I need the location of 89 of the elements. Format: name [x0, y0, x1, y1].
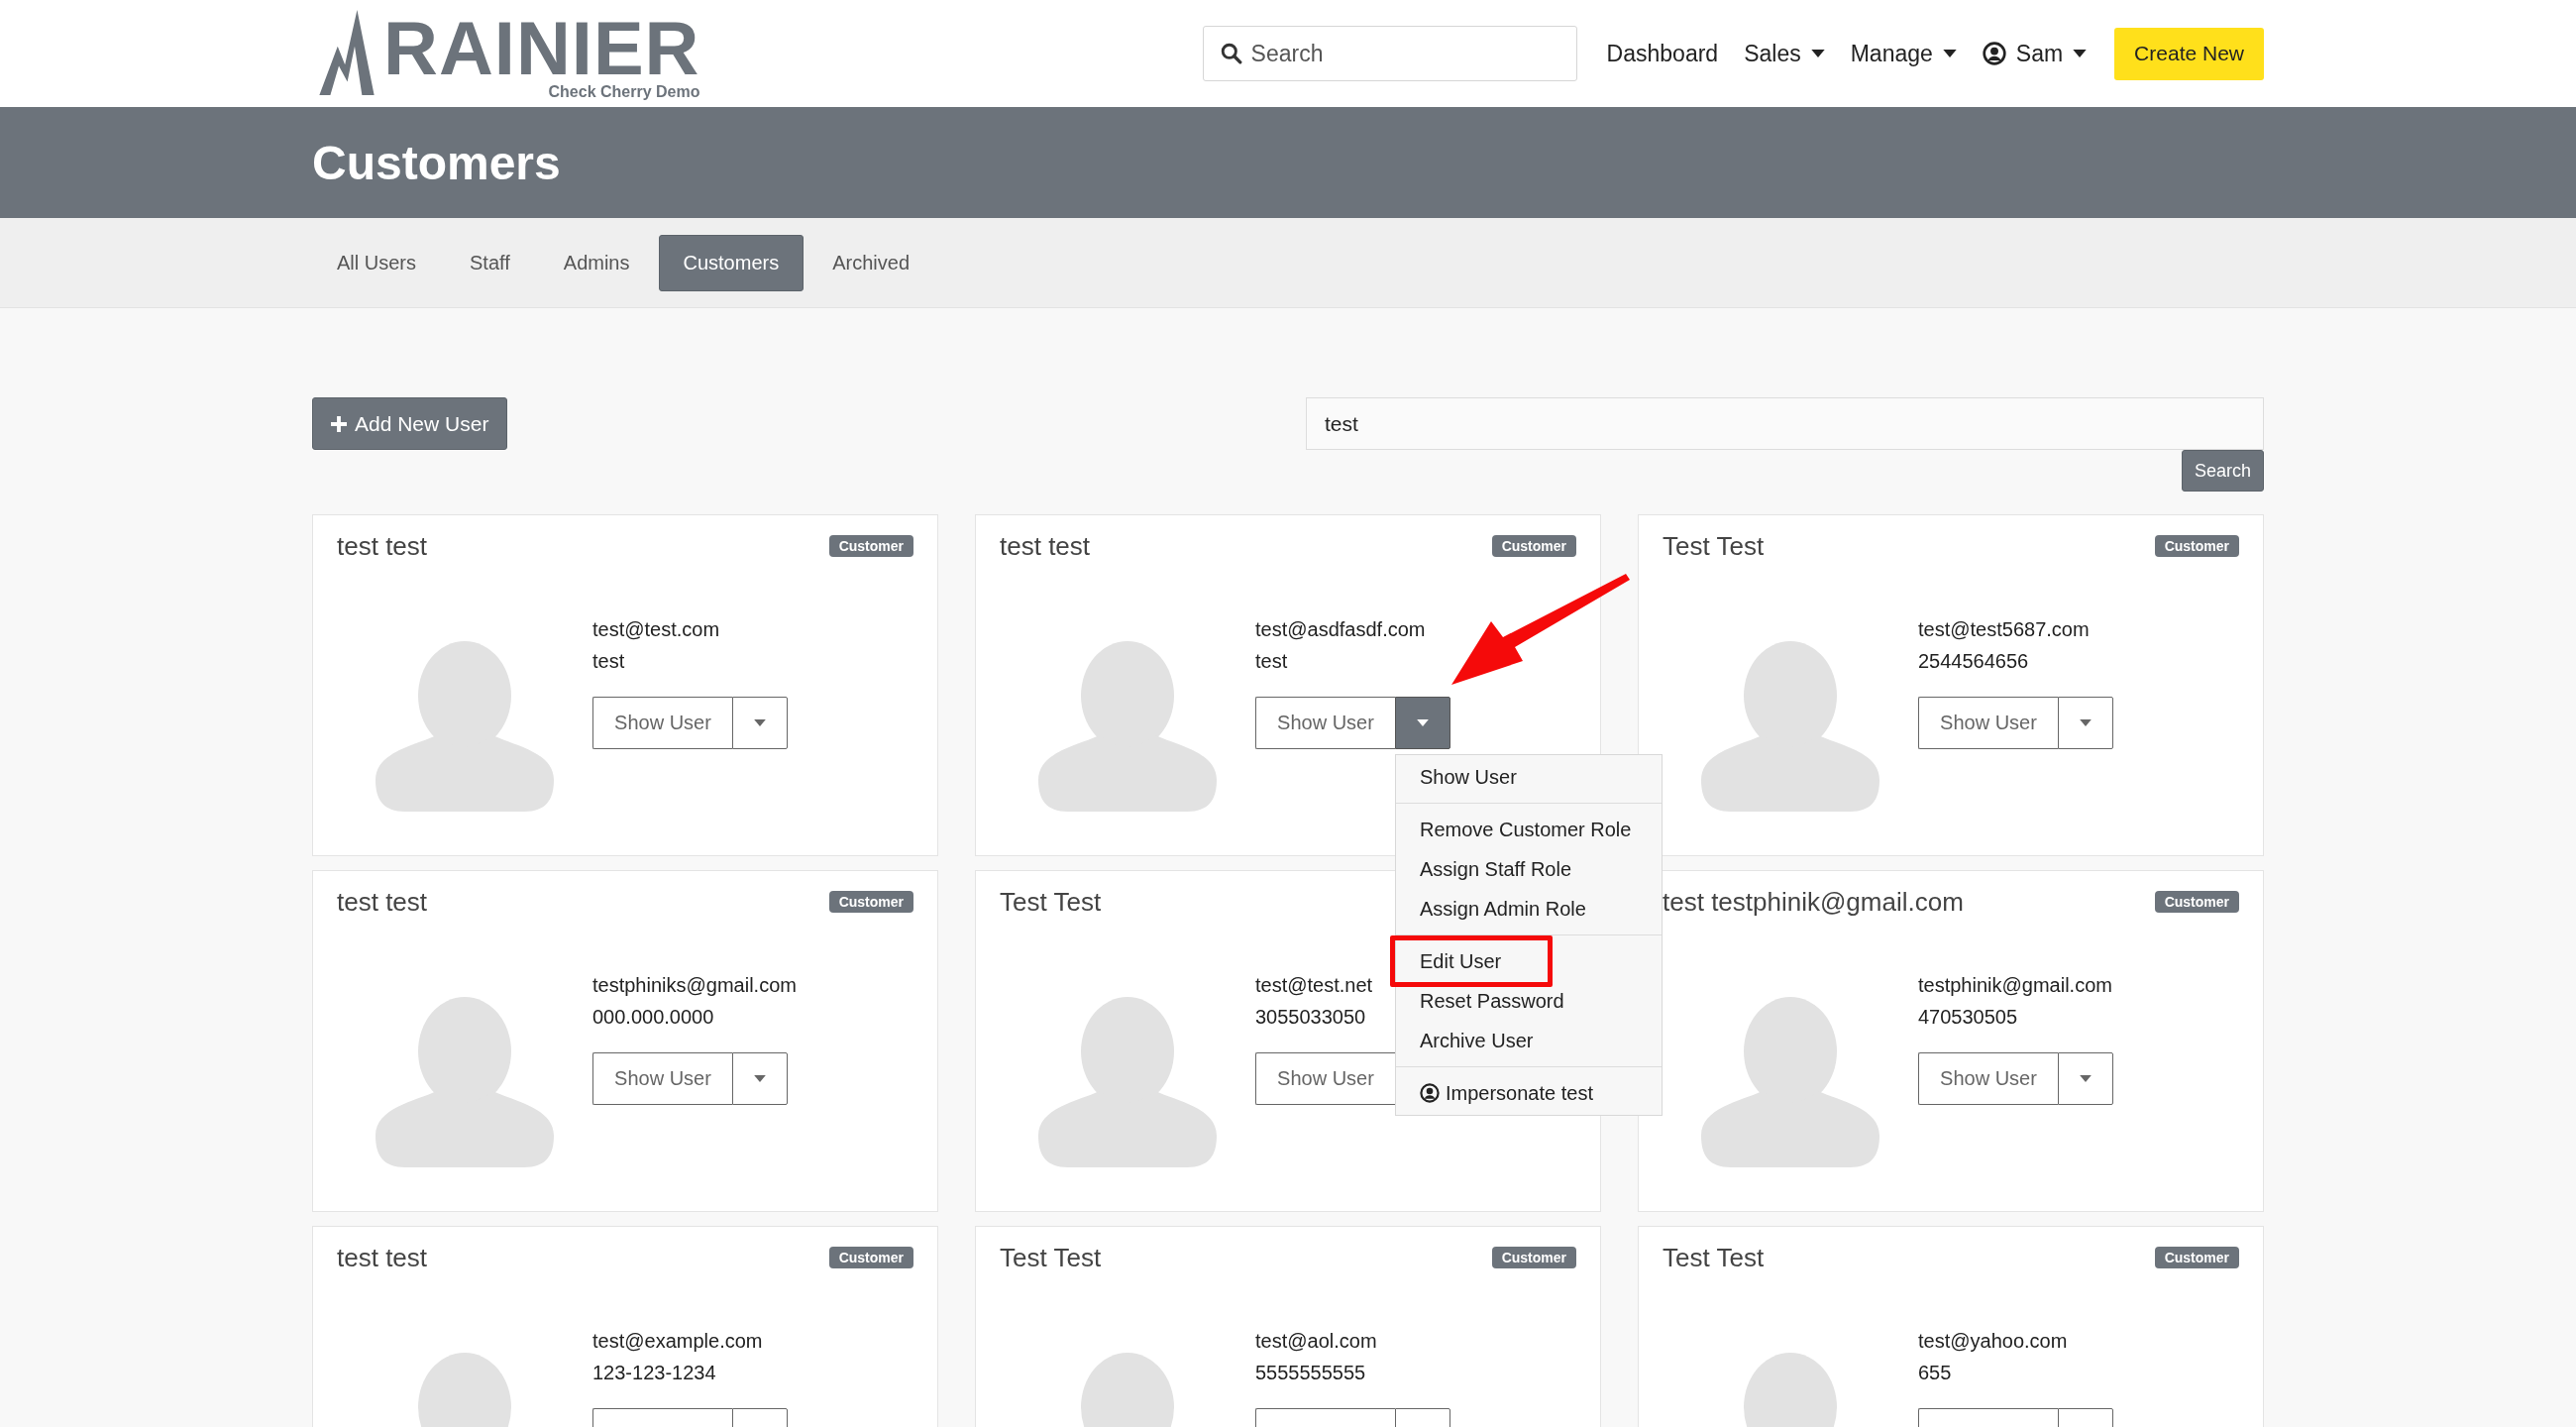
- role-badge: Customer: [828, 535, 913, 557]
- user-name: test test: [1000, 531, 1091, 562]
- menu-item[interactable]: Edit User: [1396, 943, 1526, 979]
- dropdown-toggle[interactable]: [732, 1052, 788, 1105]
- user-email: test@test.com: [592, 617, 720, 642]
- avatar-silhouette-icon: [376, 997, 554, 1167]
- show-user-button[interactable]: Show User: [1255, 697, 1395, 749]
- nav-link[interactable]: Sales: [1744, 40, 1825, 67]
- dropdown-toggle[interactable]: [732, 697, 788, 749]
- user-phone: 655: [1918, 1361, 1952, 1385]
- role-badge: Customer: [828, 1247, 913, 1268]
- user-email: test@asdfasdf.com: [1255, 617, 1426, 642]
- caret-icon: [754, 1075, 766, 1082]
- user-phone: 123-123-1234: [592, 1361, 716, 1385]
- show-user-button[interactable]: Show User: [592, 1052, 732, 1105]
- user-email: test@test.net: [1255, 973, 1373, 998]
- show-user-button[interactable]: Show User: [1918, 697, 2058, 749]
- tab[interactable]: Archived: [807, 234, 934, 291]
- role-badge: Customer: [2154, 891, 2239, 913]
- nav-link[interactable]: Manage: [1850, 40, 1957, 67]
- tab[interactable]: Admins: [538, 234, 655, 291]
- user-email: testphinik@gmail.com: [1918, 973, 2112, 998]
- avatar-silhouette-icon: [376, 641, 554, 812]
- role-badge: Customer: [1491, 535, 1576, 557]
- caret-icon: [1417, 719, 1429, 726]
- menu-item[interactable]: Archive User: [1396, 1023, 1557, 1058]
- search-input[interactable]: test: [1306, 397, 2264, 450]
- user-name: Test Test: [1000, 1243, 1102, 1273]
- user-icon: [1982, 42, 2006, 65]
- create-new-button[interactable]: Create New: [2114, 27, 2264, 80]
- caret-icon: [754, 719, 766, 726]
- role-badge: Customer: [1491, 1247, 1576, 1268]
- user-menu-link[interactable]: Sam: [1982, 40, 2088, 67]
- user-email: test@example.com: [592, 1329, 763, 1354]
- user-phone: test: [592, 649, 625, 674]
- user-phone: 3055033050: [1255, 1005, 1366, 1030]
- user-name: test test: [337, 887, 428, 918]
- user-name: test test: [337, 1243, 428, 1273]
- menu-item[interactable]: Assign Staff Role: [1396, 851, 1596, 887]
- user-email: testphiniks@gmail.com: [592, 973, 797, 998]
- user-name: Test Test: [1000, 887, 1102, 918]
- tab[interactable]: All Users: [312, 234, 441, 291]
- caret-icon: [2080, 1075, 2092, 1082]
- user-name: test testphinik@gmail.com: [1663, 887, 1964, 918]
- user-phone: 2544564656: [1918, 649, 2029, 674]
- user-phone: 000.000.0000: [592, 1005, 714, 1030]
- caret-icon: [2073, 50, 2088, 57]
- menu-item[interactable]: Show User: [1396, 759, 1541, 795]
- user-name: Test Test: [1663, 531, 1765, 562]
- nav-link[interactable]: Dashboard: [1606, 40, 1719, 67]
- logo-text: RAINIER: [383, 14, 700, 83]
- user-icon: [1420, 1083, 1440, 1103]
- tab[interactable]: Customers: [658, 234, 805, 291]
- menu-item[interactable]: Reset Password: [1396, 983, 1588, 1019]
- user-name: Test Test: [1663, 1243, 1765, 1273]
- user-phone: 5555555555: [1255, 1361, 1366, 1385]
- user-phone: 470530505: [1918, 1005, 2018, 1030]
- menu-item[interactable]: Impersonate test: [1396, 1075, 1617, 1111]
- caret-icon: [1942, 50, 1957, 57]
- plus-icon: [331, 415, 347, 432]
- show-user-button[interactable]: Show User: [1918, 1052, 2058, 1105]
- search-field[interactable]: Search: [1202, 26, 1577, 81]
- menu-item[interactable]: Remove Customer Role: [1396, 812, 1656, 847]
- search-button[interactable]: Search: [2181, 450, 2264, 492]
- page-title: Customers: [312, 135, 562, 190]
- user-email: test@aol.com: [1255, 1329, 1377, 1354]
- role-badge: Customer: [2154, 1247, 2239, 1268]
- dropdown-toggle[interactable]: [2058, 697, 2113, 749]
- caret-icon: [2080, 719, 2092, 726]
- dropdown-toggle[interactable]: [1395, 697, 1450, 749]
- logo-tagline: Check Cherry Demo: [548, 83, 700, 101]
- user-email: test@yahoo.com: [1918, 1329, 2068, 1354]
- avatar-silhouette-icon: [1038, 641, 1217, 812]
- role-badge: Customer: [2154, 535, 2239, 557]
- menu-item[interactable]: Assign Admin Role: [1396, 891, 1610, 927]
- user-phone: test: [1255, 649, 1288, 674]
- caret-icon: [1810, 50, 1825, 57]
- dropdown-toggle[interactable]: [2058, 1052, 2113, 1105]
- show-user-button[interactable]: Show User: [592, 697, 732, 749]
- search-icon: [1220, 43, 1242, 64]
- tab[interactable]: Staff: [445, 234, 535, 291]
- avatar-silhouette-icon: [1038, 997, 1217, 1167]
- role-badge: Customer: [828, 891, 913, 913]
- user-email: test@test5687.com: [1918, 617, 2090, 642]
- avatar-silhouette-icon: [1701, 997, 1879, 1167]
- show-user-button[interactable]: Show User: [1255, 1052, 1395, 1105]
- user-name: test test: [337, 531, 428, 562]
- add-new-user-button[interactable]: Add New User: [312, 397, 508, 450]
- avatar-silhouette-icon: [1701, 641, 1879, 812]
